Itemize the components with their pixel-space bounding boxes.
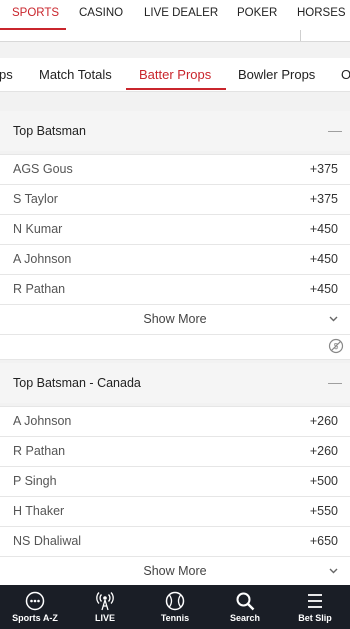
show-more-button[interactable]: Show More bbox=[0, 556, 350, 586]
bottom-nav-live[interactable]: LIVE bbox=[70, 585, 140, 629]
nav-sports[interactable]: SPORTS bbox=[12, 0, 59, 30]
nav-live-dealer[interactable]: LIVE DEALER bbox=[144, 0, 218, 30]
bottom-nav-bet-slip[interactable]: Bet Slip bbox=[280, 585, 350, 629]
selection-odds[interactable]: +500 bbox=[310, 467, 338, 496]
bar-divider bbox=[300, 30, 301, 41]
section-title: Top Batsman - Canada bbox=[13, 376, 141, 390]
tennis-ball-icon bbox=[165, 591, 185, 611]
selection-odds[interactable]: +375 bbox=[310, 155, 338, 184]
bottom-nav-label: Sports A-Z bbox=[12, 613, 58, 623]
selection-name: N Kumar bbox=[13, 222, 63, 236]
selection-row[interactable]: NS Dhaliwal +650 bbox=[0, 526, 350, 556]
nav-poker[interactable]: POKER bbox=[237, 0, 277, 30]
bottom-nav-sports-a-z[interactable]: Sports A-Z bbox=[0, 585, 70, 629]
chevron-down-icon bbox=[329, 316, 338, 322]
broadcast-icon bbox=[96, 592, 114, 611]
nav-horses[interactable]: HORSES bbox=[297, 0, 346, 30]
collapse-icon[interactable]: — bbox=[328, 363, 342, 401]
selection-row[interactable]: A Johnson +450 bbox=[0, 244, 350, 274]
selection-row[interactable]: H Thaker +550 bbox=[0, 496, 350, 526]
top-nav: SPORTS CASINO LIVE DEALER POKER HORSES bbox=[0, 0, 350, 30]
bottom-nav-label: Search bbox=[229, 613, 261, 623]
selection-name: A Johnson bbox=[13, 414, 72, 428]
selection-row[interactable]: P Singh +500 bbox=[0, 466, 350, 496]
bottom-nav: Sports A-Z LIVE Tennis Search Bet Slip bbox=[0, 585, 350, 629]
no-cash-out-icon[interactable]: $ bbox=[328, 338, 344, 354]
collapse-icon[interactable]: — bbox=[328, 111, 342, 149]
nav-casino[interactable]: CASINO bbox=[79, 0, 123, 30]
selection-odds[interactable]: +550 bbox=[310, 497, 338, 526]
tab-batter-props[interactable]: Batter Props bbox=[139, 58, 211, 91]
section-header-top-batsman[interactable]: Top Batsman — bbox=[0, 111, 350, 151]
selection-row[interactable]: AGS Gous +375 bbox=[0, 154, 350, 184]
bottom-nav-label: Bet Slip bbox=[298, 613, 332, 623]
selection-row[interactable]: N Kumar +450 bbox=[0, 214, 350, 244]
market-tabs: ps Match Totals Batter Props Bowler Prop… bbox=[0, 58, 350, 92]
selection-row[interactable]: A Johnson +260 bbox=[0, 406, 350, 436]
selection-row[interactable]: S Taylor +375 bbox=[0, 184, 350, 214]
selection-odds[interactable]: +450 bbox=[310, 245, 338, 274]
menu-icon bbox=[308, 594, 322, 608]
show-more-label: Show More bbox=[143, 312, 207, 326]
section-title: Top Batsman bbox=[13, 124, 86, 138]
bottom-nav-label: LIVE bbox=[94, 613, 115, 623]
active-tab-underline bbox=[126, 88, 226, 90]
selection-name: S Taylor bbox=[13, 192, 58, 206]
selection-odds[interactable]: +650 bbox=[310, 527, 338, 556]
chevron-down-icon bbox=[329, 568, 338, 574]
selection-odds[interactable]: +450 bbox=[310, 275, 338, 304]
bottom-nav-tennis[interactable]: Tennis bbox=[140, 585, 210, 629]
selection-name: AGS Gous bbox=[13, 162, 73, 176]
bottom-nav-label: Tennis bbox=[160, 613, 190, 623]
tab-partial-right[interactable]: O bbox=[341, 58, 350, 91]
show-more-button[interactable]: Show More bbox=[0, 304, 350, 334]
selection-name: NS Dhaliwal bbox=[13, 534, 82, 548]
tab-bowler-props[interactable]: Bowler Props bbox=[238, 58, 315, 91]
bottom-nav-search[interactable]: Search bbox=[210, 585, 280, 629]
selection-name: R Pathan bbox=[13, 282, 66, 296]
selection-name: R Pathan bbox=[13, 444, 66, 458]
section-header-top-batsman-canada[interactable]: Top Batsman - Canada — bbox=[0, 363, 350, 403]
selection-row[interactable]: R Pathan +260 bbox=[0, 436, 350, 466]
selection-name: A Johnson bbox=[13, 252, 72, 266]
selection-odds[interactable]: +260 bbox=[310, 407, 338, 436]
selection-odds[interactable]: +375 bbox=[310, 185, 338, 214]
search-icon bbox=[236, 592, 255, 611]
selection-odds[interactable]: +260 bbox=[310, 437, 338, 466]
selection-name: P Singh bbox=[13, 474, 57, 488]
tab-match-totals[interactable]: Match Totals bbox=[39, 58, 112, 91]
show-more-label: Show More bbox=[143, 564, 207, 578]
secondary-bar bbox=[0, 30, 350, 42]
selection-odds[interactable]: +450 bbox=[310, 215, 338, 244]
selection-row[interactable]: R Pathan +450 bbox=[0, 274, 350, 304]
tab-partial-left[interactable]: ps bbox=[0, 58, 13, 91]
selection-name: H Thaker bbox=[13, 504, 65, 518]
market-info-row: $ bbox=[0, 334, 350, 360]
grid-dots-icon bbox=[25, 591, 45, 611]
